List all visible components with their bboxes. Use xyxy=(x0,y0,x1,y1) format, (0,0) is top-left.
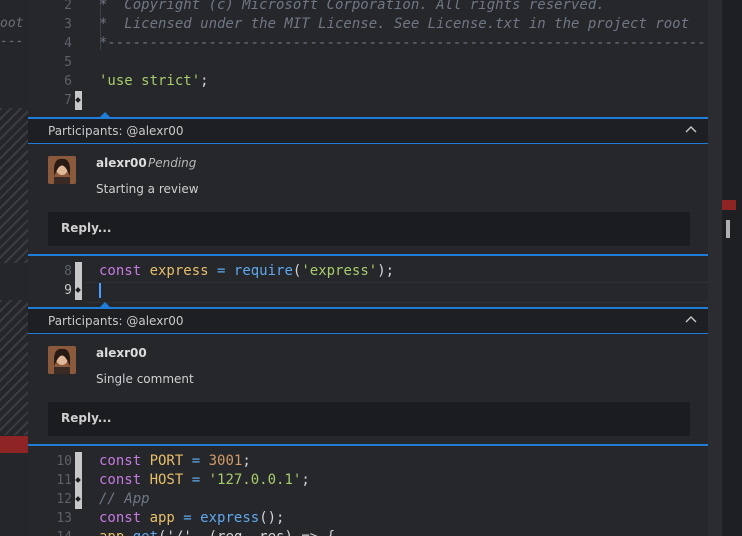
code-block-top[interactable]: 2 * Copyright (c) Microsoft Corporation. … xyxy=(28,0,708,110)
thread-caret xyxy=(100,112,110,117)
line-number: 13 xyxy=(56,511,72,526)
code-text: *---------------------------------------… xyxy=(99,35,708,51)
chevron-up-icon[interactable] xyxy=(684,123,698,137)
code-line[interactable]: 8 const express = require('express'); xyxy=(28,262,708,281)
code-line[interactable]: 6 'use strict'; xyxy=(28,72,708,91)
comment-item: alexr00 Single comment xyxy=(28,334,708,396)
line-number: 7 xyxy=(64,93,72,108)
code-line[interactable]: 4 *--------------------------------------… xyxy=(28,34,708,53)
reply-label: Reply... xyxy=(61,221,112,235)
line-number: 2 xyxy=(64,0,72,13)
comment-author[interactable]: alexr00 xyxy=(96,346,147,360)
code-line[interactable]: 12 // App xyxy=(28,490,708,509)
code-line[interactable]: 5 xyxy=(28,53,708,72)
line-number: 3 xyxy=(64,17,72,32)
line-number: 14 xyxy=(28,528,72,536)
code-text: const express = require('express'); xyxy=(99,263,395,279)
comment-item: alexr00 Pending Starting a review xyxy=(28,144,708,206)
code-block-middle[interactable]: 8 const express = require('express'); 9 xyxy=(28,262,708,300)
comment-author[interactable]: alexr00 xyxy=(96,156,147,170)
code-line[interactable]: 3 * Licensed under the MIT License. See L… xyxy=(28,15,708,34)
thread-caret xyxy=(100,302,110,307)
code-line[interactable]: 10 const PORT = 3001; xyxy=(28,452,708,471)
code-text: // App xyxy=(99,491,150,507)
thread-header[interactable]: Participants: @alexr00 xyxy=(28,119,708,144)
avatar[interactable] xyxy=(48,156,76,184)
line-number: 6 xyxy=(64,74,72,89)
line-number: 8 xyxy=(64,264,72,279)
code-line[interactable]: 11 const HOST = '127.0.0.1'; xyxy=(28,471,708,490)
code-text: app.get('/', (req, res) => { xyxy=(99,528,335,536)
pending-badge: Pending xyxy=(148,156,197,170)
vertical-scrollbar[interactable] xyxy=(708,0,722,536)
participants-label: Participants: @alexr00 xyxy=(48,314,184,328)
code-line[interactable]: 7 xyxy=(28,91,708,110)
thread-header[interactable]: Participants: @alexr00 xyxy=(28,309,708,334)
code-line[interactable]: 9 xyxy=(28,281,708,300)
line-number: 9 xyxy=(64,283,72,298)
line-number: 12 xyxy=(56,492,72,507)
left-fragment-1: oot xyxy=(0,16,24,31)
code-text: * Copyright (c) Microsoft Corporation. A… xyxy=(99,0,605,13)
code-text: 'use strict'; xyxy=(99,73,209,89)
text-cursor xyxy=(99,283,101,298)
code-line[interactable]: 2 * Copyright (c) Microsoft Corporation. … xyxy=(28,0,708,15)
overview-ruler xyxy=(722,0,742,536)
line-number: 5 xyxy=(64,55,72,70)
line-number: 11 xyxy=(56,473,72,488)
diff-hatch-2 xyxy=(0,300,28,435)
comment-gutter-marker[interactable] xyxy=(75,452,82,471)
code-text: const app = express(); xyxy=(99,510,285,526)
line-number: 4 xyxy=(64,36,72,51)
code-text: const HOST = '127.0.0.1'; xyxy=(99,472,310,488)
ruler-comment-marker xyxy=(726,220,730,238)
left-editor-strip: oot --- xyxy=(0,0,28,536)
reply-label: Reply... xyxy=(61,411,112,425)
line-number: 10 xyxy=(56,454,72,469)
code-line[interactable]: 14 app.get('/', (req, res) => { xyxy=(28,528,708,536)
reply-button[interactable]: Reply... xyxy=(48,212,690,246)
comment-thread-1[interactable]: Participants: @alexr00 alexr00 Pending S… xyxy=(28,112,708,256)
deleted-line-marker xyxy=(0,436,28,453)
code-text: * Licensed under the MIT License. See Li… xyxy=(99,16,690,32)
chevron-up-icon[interactable] xyxy=(684,313,698,327)
diff-hatch-1 xyxy=(0,108,28,263)
code-editor[interactable]: 2 * Copyright (c) Microsoft Corporation. … xyxy=(28,0,708,536)
code-line[interactable]: 13 const app = express(); xyxy=(28,509,708,528)
comment-body: Starting a review xyxy=(96,182,199,196)
comment-body: Single comment xyxy=(96,372,194,386)
ruler-error-marker xyxy=(722,200,736,210)
code-block-bottom[interactable]: 10 const PORT = 3001; 11 const HOST = '127.… xyxy=(28,452,708,536)
avatar[interactable] xyxy=(48,346,76,374)
left-fragment-2: --- xyxy=(0,34,24,49)
participants-label: Participants: @alexr00 xyxy=(48,124,184,138)
reply-button[interactable]: Reply... xyxy=(48,402,690,436)
comment-gutter-marker[interactable] xyxy=(75,262,82,281)
comment-thread-2[interactable]: Participants: @alexr00 alexr00 Single co… xyxy=(28,302,708,446)
code-text: const PORT = 3001; xyxy=(99,453,251,469)
